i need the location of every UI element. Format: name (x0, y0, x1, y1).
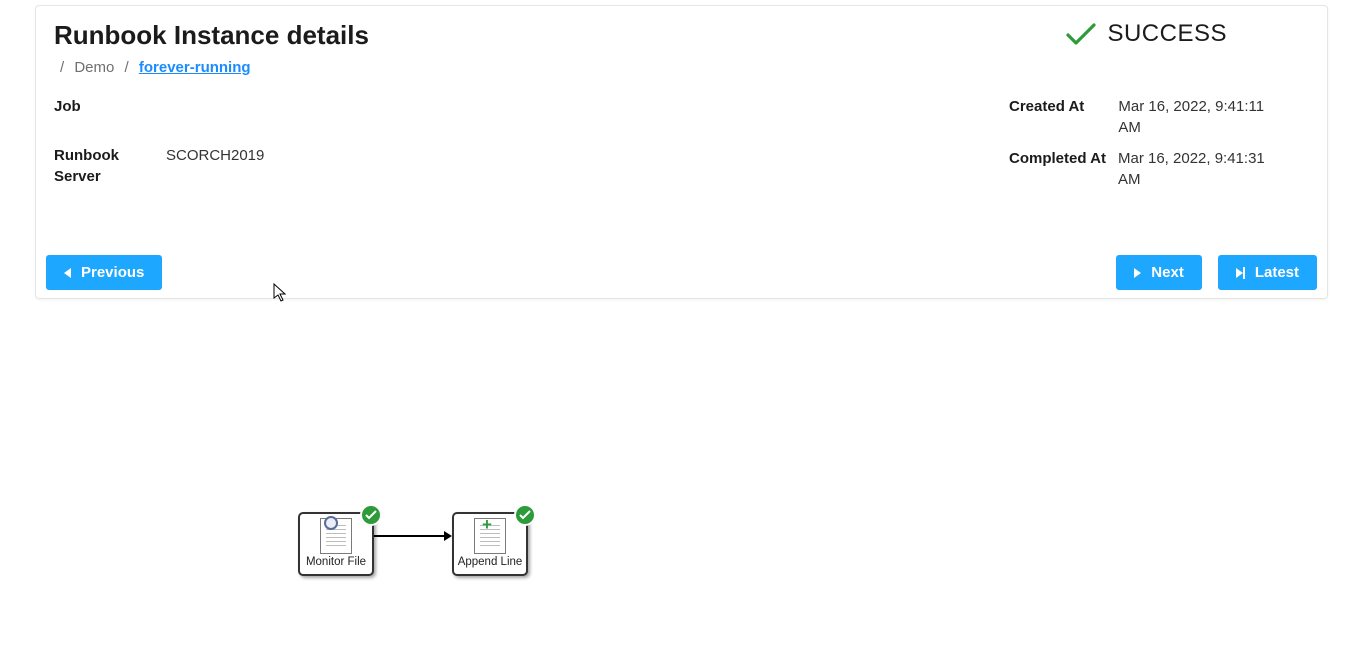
latest-button-label: Latest (1255, 264, 1299, 281)
next-button-label: Next (1151, 264, 1184, 281)
skip-to-latest-icon (1236, 267, 1245, 279)
cursor-icon (273, 283, 287, 303)
details-panel: Runbook Instance details / Demo / foreve… (35, 5, 1328, 299)
previous-button-label: Previous (81, 264, 144, 281)
workflow-canvas[interactable]: Monitor File + Append Line (0, 280, 1361, 647)
breadcrumb: / Demo / forever-running (54, 59, 369, 76)
breadcrumb-level1: Demo (74, 59, 114, 76)
breadcrumb-separator: / (125, 59, 129, 76)
workflow-node-append-line[interactable]: + Append Line (452, 512, 528, 576)
server-label: Runbook Server (54, 145, 166, 187)
checkmark-icon (1065, 22, 1097, 46)
page-title: Runbook Instance details (54, 20, 369, 51)
breadcrumb-separator: / (60, 59, 64, 76)
status-badge: SUCCESS (1065, 20, 1227, 48)
job-label: Job (54, 96, 166, 117)
completed-label: Completed At (1009, 148, 1118, 169)
created-label: Created At (1009, 96, 1118, 117)
status-text: SUCCESS (1107, 20, 1227, 48)
success-badge-icon (360, 504, 382, 526)
workflow-node-label: Monitor File (306, 556, 366, 569)
server-value: SCORCH2019 (166, 145, 264, 166)
workflow-connector (374, 535, 444, 537)
created-value: Mar 16, 2022, 9:41:11 AM (1118, 96, 1289, 138)
completed-value: Mar 16, 2022, 9:41:31 AM (1118, 148, 1289, 190)
workflow-node-label: Append Line (458, 556, 523, 569)
triangle-left-icon (64, 268, 71, 278)
breadcrumb-link-forever-running[interactable]: forever-running (139, 59, 251, 76)
arrow-right-icon (444, 531, 452, 541)
document-append-icon: + (474, 518, 506, 554)
workflow-node-monitor-file[interactable]: Monitor File (298, 512, 374, 576)
success-badge-icon (514, 504, 536, 526)
triangle-right-icon (1134, 268, 1141, 278)
document-monitor-icon (320, 518, 352, 554)
